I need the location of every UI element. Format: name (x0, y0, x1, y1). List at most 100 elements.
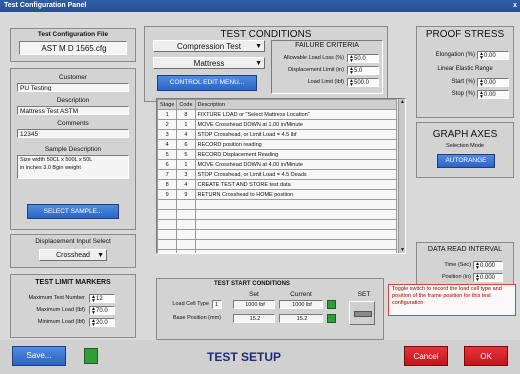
base-position-current-field: 15.2 (279, 314, 323, 323)
save-button[interactable]: Save... (12, 346, 66, 366)
stage-cell (157, 219, 178, 230)
time-sec-input[interactable]: ▲ ▼ 0.000 (473, 261, 503, 271)
allowable-load-loss-input[interactable]: ▲ ▼ 50.0 (347, 54, 379, 64)
load-limit-label: Load Limit (lbf) (307, 79, 344, 85)
table-row[interactable]: 6 1 MOVE Crosshead DOWN at 4.00 in/Minute (157, 159, 398, 170)
stepper-icon[interactable]: ▲ ▼ (91, 319, 96, 328)
selection-mode-label: Selection Mode (446, 143, 484, 149)
test-limit-markers-title: TEST LIMIT MARKERS (35, 279, 111, 286)
table-row[interactable]: 7 3 STOP Crosshead, or Limit Load = 4.5 De… (157, 169, 398, 180)
min-load-input[interactable]: ▲ ▼ 20.0 (89, 318, 115, 328)
stepper-icon[interactable]: ▲ ▼ (475, 274, 480, 283)
stage-cell (157, 199, 178, 210)
page-title: TEST SETUP (104, 344, 384, 370)
displacement-select[interactable]: Crosshead ▼ (39, 249, 107, 261)
code-cell (176, 249, 196, 253)
close-icon[interactable]: x (513, 0, 517, 12)
load-cell-index-field[interactable]: 1 (212, 300, 222, 309)
base-position-set-field[interactable]: 15.2 (233, 314, 275, 323)
code-cell (176, 219, 196, 230)
stepper-icon[interactable]: ▲ ▼ (479, 91, 484, 100)
scroll-up-icon[interactable]: ▲ (399, 99, 405, 105)
chevron-down-icon: ▼ (97, 252, 104, 259)
load-limit-input[interactable]: ▲ ▼ 500.0 (347, 78, 379, 88)
table-row[interactable]: 2 1 MOVE Crosshead DOWN at 1.00 in/Minute (157, 119, 398, 130)
max-test-number-input[interactable]: ▲ ▼ 12 (89, 294, 115, 304)
table-row[interactable] (157, 219, 398, 230)
elongation-input[interactable]: ▲ ▼ 0.00 (477, 51, 509, 61)
description-label: Description (56, 97, 90, 104)
table-row[interactable] (157, 239, 398, 250)
load-cell-current-field: 1000 lbf (279, 300, 323, 309)
min-load-label: Minimum Load (lbf) (37, 319, 85, 325)
position-in-input[interactable]: ▲ ▼ 0.000 (473, 273, 503, 283)
stage-cell (157, 249, 178, 253)
stepper-icon[interactable]: ▲ ▼ (475, 262, 480, 271)
failure-criteria-group: FAILURE CRITERIA Allowable Load Loss (%)… (271, 40, 383, 94)
table-row[interactable] (157, 209, 398, 220)
customer-field[interactable]: PU Testing (17, 83, 129, 92)
cancel-button[interactable]: Cancel (404, 346, 448, 366)
table-row[interactable]: 8 4 CREATE TEST AND STORE test data (157, 179, 398, 190)
window-title: Test Configuration Panel (4, 2, 87, 9)
sample-info-group: Customer PU Testing Description Mattress… (10, 68, 136, 230)
start-percent-input[interactable]: ▲ ▼ 0.00 (477, 78, 509, 88)
save-status-indicator (84, 348, 98, 364)
table-row[interactable] (157, 199, 398, 210)
proof-stress-group: PROOF STRESS Elongation (%) ▲ ▼ 0.00 Linea… (416, 26, 514, 118)
stage-cell: 8 (157, 179, 178, 190)
sample-description-field[interactable]: Size width 50CL x 500L x 50L in inches 3… (17, 155, 129, 179)
stepper-icon[interactable]: ▲ ▼ (479, 79, 484, 88)
ok-button[interactable]: OK (464, 346, 508, 366)
code-cell (176, 229, 196, 240)
stepper-icon[interactable]: ▲ ▼ (91, 295, 96, 304)
column-header-stage: Stage (157, 99, 178, 110)
column-header-description: Description (194, 99, 398, 110)
graph-axes-group: GRAPH AXES Selection Mode AUTORANGE (416, 122, 514, 178)
config-file-field[interactable]: AST M D 1565.cfg (19, 41, 127, 55)
stop-percent-input[interactable]: ▲ ▼ 0.00 (477, 90, 509, 100)
stage-cell: 7 (157, 169, 178, 180)
stepper-icon[interactable]: ▲ ▼ (479, 52, 484, 61)
table-row[interactable]: 5 5 RECORD Displacement Reading (157, 149, 398, 160)
max-load-input[interactable]: ▲ ▼ 70.0 (89, 306, 115, 316)
table-row[interactable]: 3 4 STOP Crosshead, or Limit Load = 4.5 lb… (157, 129, 398, 140)
displacement-limit-input[interactable]: ▲ ▼ 5.0 (347, 66, 379, 76)
max-load-label: Maximum Load (lbf) (36, 307, 85, 313)
comments-field[interactable]: 12345 (17, 129, 129, 138)
data-read-interval-group: DATA READ INTERVAL Time (Sec) ▲ ▼ 0.000 Po… (416, 242, 514, 290)
config-file-group: Test Configuration File AST M D 1565.cfg (10, 28, 136, 62)
table-row[interactable]: 9 9 RETURN Crosshead to HOME position (157, 189, 398, 200)
displacement-limit-label: Displacement Limit (in) (288, 67, 344, 73)
steps-scrollbar[interactable]: ▲ ▼ (398, 99, 405, 253)
description-field[interactable]: Mattress Test ASTM (17, 106, 129, 115)
code-cell: 9 (176, 189, 196, 200)
displacement-group: Displacement Input Select Crosshead ▼ (10, 234, 136, 268)
load-cell-set-field[interactable]: 1000 lbf (233, 300, 275, 309)
specimen-select[interactable]: Mattress ▼ (153, 57, 265, 69)
table-row[interactable] (157, 249, 398, 253)
set-column-header: Set (249, 291, 259, 298)
scroll-down-icon[interactable]: ▼ (399, 247, 405, 253)
stepper-icon[interactable]: ▲ ▼ (349, 55, 354, 64)
table-row[interactable] (157, 229, 398, 240)
stepper-icon[interactable]: ▲ ▼ (349, 79, 354, 88)
description-cell (194, 209, 398, 220)
table-row[interactable]: 4 6 RECORD position reading (157, 139, 398, 150)
stepper-icon[interactable]: ▲ ▼ (349, 67, 354, 76)
sample-description-line: Size width 50CL x 500L x 50L (20, 157, 93, 163)
description-cell (194, 249, 398, 253)
control-edit-menu-button[interactable]: CONTROL EDIT MENU... (157, 75, 257, 91)
select-sample-button[interactable]: SELECT SAMPLE... (27, 204, 119, 219)
table-row[interactable]: 1 8 FIXTURE LOAD or "Select Mattress Locat… (157, 109, 398, 120)
description-cell: RETURN Crosshead to HOME position (194, 189, 398, 200)
test-type-select[interactable]: Compression Test ▼ (153, 40, 265, 52)
proof-stress-title: PROOF STRESS (425, 29, 505, 40)
stage-cell (157, 239, 178, 250)
code-cell: 4 (176, 129, 196, 140)
stepper-icon[interactable]: ▲ ▼ (91, 307, 96, 316)
set-toggle-switch[interactable] (349, 301, 375, 325)
allowable-load-loss-label: Allowable Load Loss (%) (283, 55, 344, 61)
code-cell (176, 199, 196, 210)
autorange-button[interactable]: AUTORANGE (437, 154, 495, 168)
